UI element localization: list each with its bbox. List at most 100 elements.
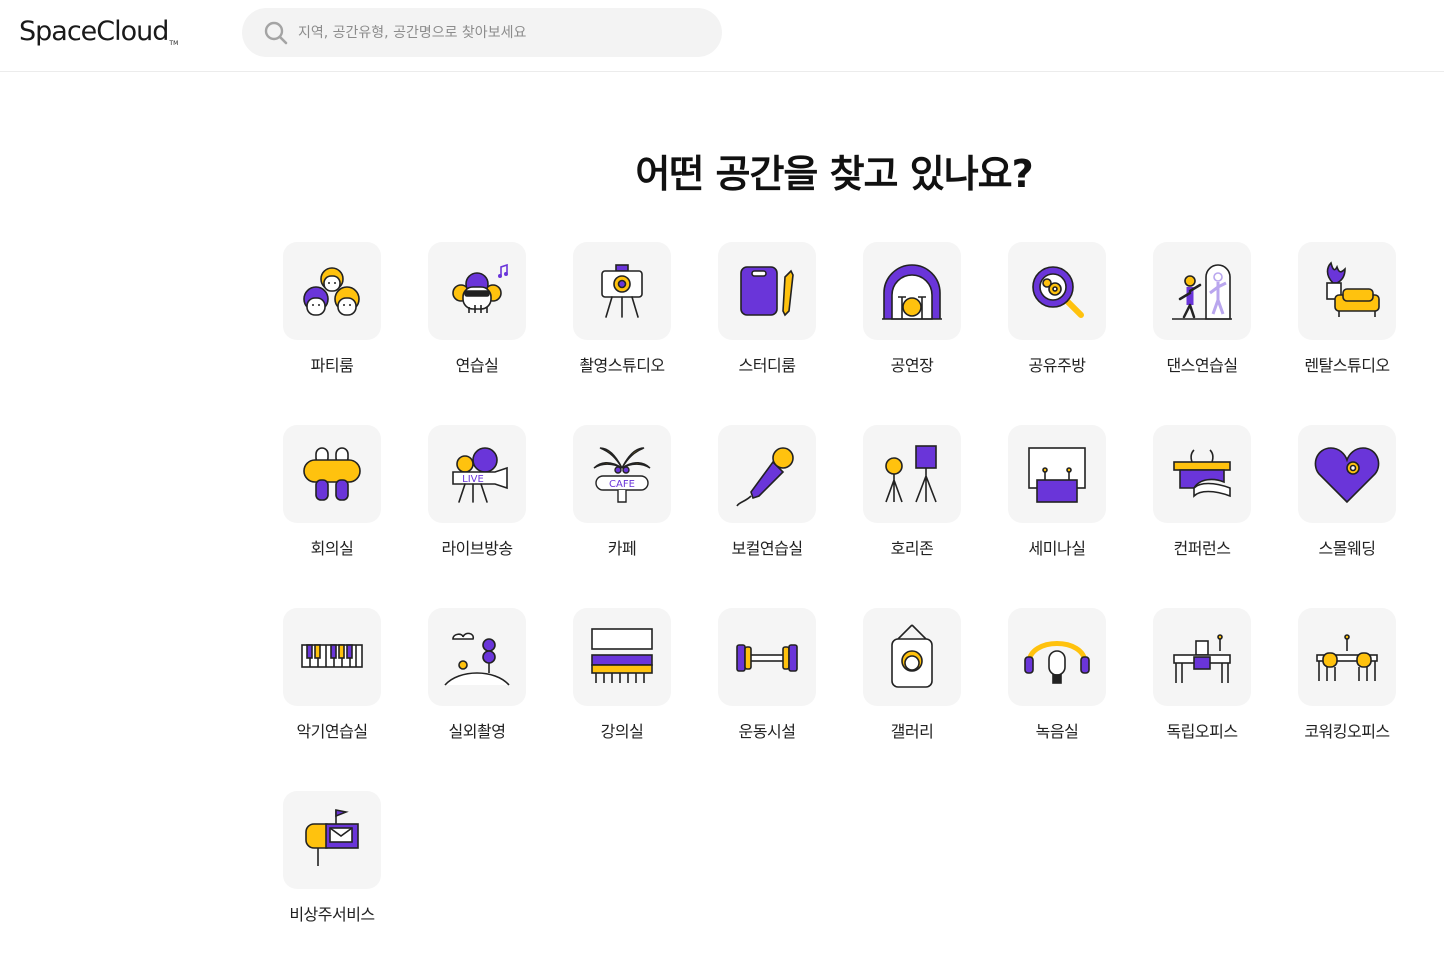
study-room-icon xyxy=(740,266,794,317)
party-room-icon xyxy=(303,267,360,316)
category-label: 실외촬영 xyxy=(448,722,506,741)
category-tile[interactable] xyxy=(863,425,961,523)
category-tile[interactable] xyxy=(428,608,526,706)
lecture-room-icon xyxy=(591,628,653,683)
category-tile[interactable] xyxy=(1153,242,1251,340)
category-item[interactable]: 호리존 xyxy=(863,425,1008,608)
category-item[interactable]: 컨퍼런스 xyxy=(1153,425,1298,608)
seminar-room-icon xyxy=(1028,447,1086,503)
category-item[interactable]: 보컬연습실 xyxy=(718,425,863,608)
category-tile[interactable] xyxy=(718,425,816,523)
category-tile[interactable] xyxy=(1008,425,1106,523)
category-grid: 파티룸 연습실 촬영스튜디오 스터디룸 공연장 공유주방 댄스연습실 렌탈스튜디… xyxy=(283,242,1443,974)
instrument-room-icon xyxy=(301,644,363,668)
concert-hall-icon xyxy=(882,264,942,320)
category-item[interactable]: 세미나실 xyxy=(1008,425,1153,608)
category-tile[interactable] xyxy=(718,242,816,340)
page-title: 어떤 공간을 찾고 있나요? xyxy=(635,152,1033,196)
recording-studio-icon xyxy=(1024,641,1090,684)
category-item[interactable]: 파티룸 xyxy=(283,242,428,425)
category-item[interactable]: 독립오피스 xyxy=(1153,608,1298,791)
category-tile[interactable] xyxy=(283,608,381,706)
category-item[interactable]: 비상주서비스 xyxy=(283,791,428,974)
dance-studio-icon xyxy=(1172,264,1232,320)
category-label: 공유주방 xyxy=(1028,356,1086,375)
category-item[interactable]: LIVE 라이브방송 xyxy=(428,425,573,608)
category-label: 보컬연습실 xyxy=(731,539,803,558)
category-tile[interactable] xyxy=(283,425,381,523)
category-label: 댄스연습실 xyxy=(1166,356,1238,375)
logo[interactable]: SpaceCloud TM xyxy=(19,16,178,52)
category-label: 렌탈스튜디오 xyxy=(1304,356,1390,375)
category-label: 녹음실 xyxy=(1035,722,1079,741)
category-tile[interactable] xyxy=(863,608,961,706)
category-tile[interactable] xyxy=(428,242,526,340)
gallery-icon xyxy=(891,624,933,688)
category-tile[interactable] xyxy=(718,608,816,706)
category-tile[interactable] xyxy=(283,242,381,340)
category-label: 독립오피스 xyxy=(1166,722,1238,741)
category-item[interactable]: 스터디룸 xyxy=(718,242,863,425)
category-label: 강의실 xyxy=(600,722,644,741)
live-broadcast-icon: LIVE xyxy=(452,447,508,503)
category-tile[interactable] xyxy=(1298,242,1396,340)
category-label: 연습실 xyxy=(455,356,499,375)
photo-studio-icon xyxy=(601,264,643,318)
category-tile[interactable] xyxy=(283,791,381,889)
category-item[interactable]: CAFE 카페 xyxy=(573,425,718,608)
category-tile[interactable]: CAFE xyxy=(573,425,671,523)
category-tile[interactable] xyxy=(1153,608,1251,706)
category-item[interactable]: 연습실 xyxy=(428,242,573,425)
category-tile[interactable] xyxy=(1008,242,1106,340)
search-input[interactable] xyxy=(298,8,698,57)
category-label: 촬영스튜디오 xyxy=(579,356,665,375)
category-item[interactable]: 공연장 xyxy=(863,242,1008,425)
virtual-office-icon xyxy=(305,809,359,866)
search-icon[interactable] xyxy=(263,20,289,46)
category-item[interactable]: 악기연습실 xyxy=(283,608,428,791)
category-tile[interactable] xyxy=(1153,425,1251,523)
category-item[interactable]: 강의실 xyxy=(573,608,718,791)
category-item[interactable]: 운동시설 xyxy=(718,608,863,791)
category-label: 회의실 xyxy=(310,539,354,558)
category-tile[interactable] xyxy=(573,242,671,340)
category-tile[interactable] xyxy=(1298,425,1396,523)
horizon-studio-icon xyxy=(885,445,937,503)
category-item[interactable]: 스몰웨딩 xyxy=(1298,425,1443,608)
rental-studio-icon xyxy=(1326,261,1380,317)
meeting-room-icon xyxy=(303,447,361,501)
category-item[interactable]: 공유주방 xyxy=(1008,242,1153,425)
category-item[interactable]: 회의실 xyxy=(283,425,428,608)
category-item[interactable]: 녹음실 xyxy=(1008,608,1153,791)
category-tile[interactable] xyxy=(1298,608,1396,706)
category-label: 카페 xyxy=(607,539,637,558)
logo-trademark: TM xyxy=(169,40,179,47)
fitness-icon xyxy=(736,644,798,672)
category-label: 스터디룸 xyxy=(738,356,796,375)
category-item[interactable]: 갤러리 xyxy=(863,608,1008,791)
header: SpaceCloud TM xyxy=(0,0,1444,72)
category-label: 라이브방송 xyxy=(441,539,513,558)
shared-kitchen-icon xyxy=(1032,266,1084,318)
category-label: 갤러리 xyxy=(890,722,934,741)
outdoor-shoot-icon xyxy=(444,632,510,686)
category-label: 호리존 xyxy=(890,539,934,558)
category-label: 세미나실 xyxy=(1028,539,1086,558)
category-tile[interactable]: LIVE xyxy=(428,425,526,523)
category-item[interactable]: 댄스연습실 xyxy=(1153,242,1298,425)
icon-text: CAFE xyxy=(609,479,635,490)
category-label: 컨퍼런스 xyxy=(1173,539,1231,558)
category-tile[interactable] xyxy=(1008,608,1106,706)
logo-text: SpaceCloud xyxy=(19,16,169,47)
category-tile[interactable] xyxy=(863,242,961,340)
search-bar[interactable] xyxy=(242,8,722,57)
practice-room-icon xyxy=(452,263,508,313)
category-tile[interactable] xyxy=(573,608,671,706)
private-office-icon xyxy=(1173,634,1231,683)
category-item[interactable]: 실외촬영 xyxy=(428,608,573,791)
category-item[interactable]: 렌탈스튜디오 xyxy=(1298,242,1443,425)
category-item[interactable]: 코워킹오피스 xyxy=(1298,608,1443,791)
category-label: 스몰웨딩 xyxy=(1318,539,1376,558)
category-item[interactable]: 촬영스튜디오 xyxy=(573,242,718,425)
category-label: 코워킹오피스 xyxy=(1304,722,1390,741)
